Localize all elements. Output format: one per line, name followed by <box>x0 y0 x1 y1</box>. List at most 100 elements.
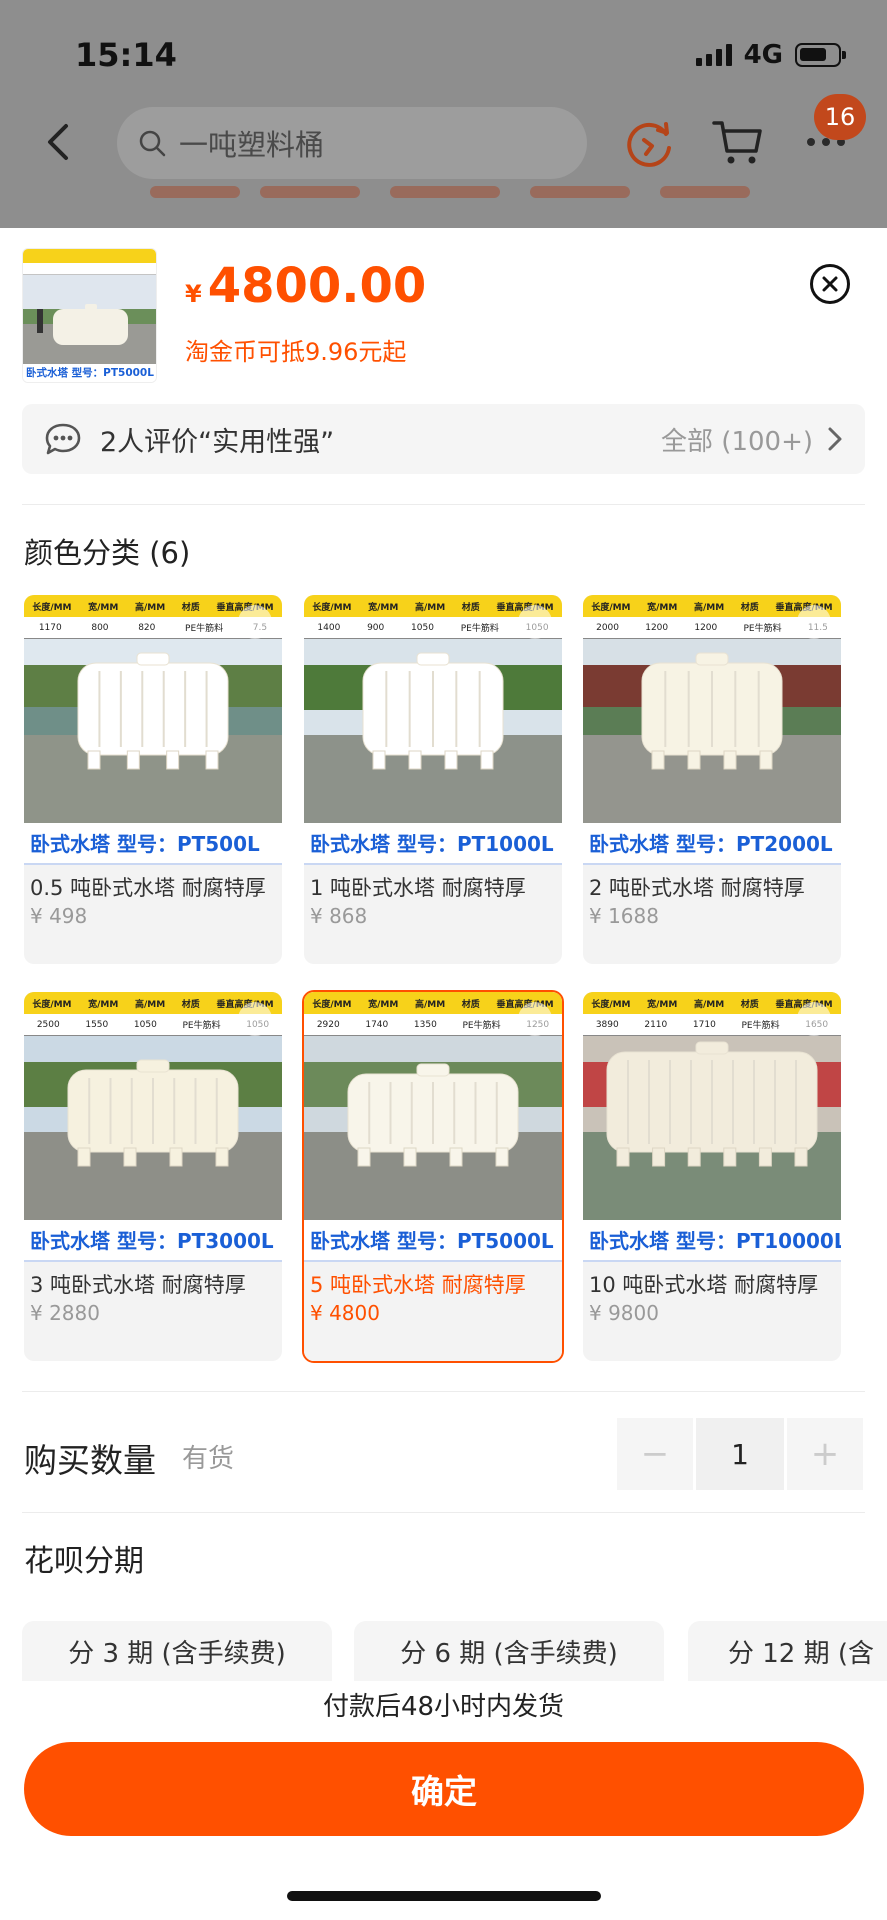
spec-header-cell: 宽/MM <box>647 602 678 613</box>
expand-image-icon[interactable] <box>797 1002 831 1036</box>
spec-value-cell: 2500 <box>36 1019 60 1030</box>
divider <box>22 1391 865 1392</box>
product-info: 3 吨卧式水塔 耐腐特厚 ¥ 2880 <box>24 1262 282 1361</box>
product-model-label: 卧式水塔 型号：PT3000L <box>24 1220 282 1262</box>
search-bar[interactable]: 一吨塑料桶 <box>117 107 587 179</box>
spec-header-cell: 宽/MM <box>88 602 119 613</box>
spec-header-cell: 长度/MM <box>32 602 72 613</box>
spec-value-cell: 1050 <box>133 1019 157 1030</box>
product-model-label: 卧式水塔 型号：PT1000L <box>304 823 562 865</box>
product-info: 10 吨卧式水塔 耐腐特厚 ¥ 9800 <box>583 1262 841 1361</box>
selected-price: ¥ 4800.00 <box>185 258 426 314</box>
search-icon <box>139 130 166 157</box>
spec-header-cell: 宽/MM <box>368 602 399 613</box>
spec-header-cell: 高/MM <box>134 602 166 613</box>
spec-value-cell: 1050 <box>411 622 434 633</box>
refresh-icon[interactable] <box>622 118 676 172</box>
spec-header-cell: 高/MM <box>414 999 446 1010</box>
expand-image-icon[interactable] <box>797 605 831 639</box>
quantity-value[interactable]: 1 <box>696 1418 784 1490</box>
product-model-label: 卧式水塔 型号：PT2000L <box>583 823 841 865</box>
product-name: 0.5 吨卧式水塔 耐腐特厚 <box>30 876 266 900</box>
installment-option-6[interactable]: 分 6 期 (含手续费) <box>354 1621 664 1681</box>
quantity-label: 购买数量 <box>24 1441 156 1480</box>
spec-value-cell: 820 <box>138 622 156 633</box>
review-all-link[interactable]: 全部 (100+) <box>661 421 813 458</box>
increase-button[interactable]: + <box>787 1418 863 1490</box>
decrease-button[interactable]: − <box>617 1418 693 1490</box>
product-model-label: 卧式水塔 型号：PT5000L <box>304 1220 562 1262</box>
network-label: 4G <box>743 40 783 70</box>
product-name: 10 吨卧式水塔 耐腐特厚 <box>589 1273 819 1297</box>
spec-header-cell: 材质 <box>181 602 200 613</box>
product-info: 1 吨卧式水塔 耐腐特厚 ¥ 868 <box>304 865 562 964</box>
divider <box>22 504 865 505</box>
spec-value-cell: PE牛筋料 <box>185 624 224 634</box>
product-variant-card[interactable]: 长度/MM宽/MM高/MM材质垂直高度/MM1170800820PE牛筋料7.5… <box>22 593 284 966</box>
spec-header-cell: 材质 <box>740 999 759 1010</box>
spec-value-cell: 2110 <box>644 1019 668 1030</box>
spec-value-cell: 1350 <box>413 1019 437 1030</box>
product-price: ¥ 4800 <box>310 1301 380 1325</box>
product-variant-card[interactable]: 长度/MM宽/MM高/MM材质垂直高度/MM14009001050PE牛筋料10… <box>302 593 564 966</box>
product-price: ¥ 498 <box>30 904 88 928</box>
taobao-coin-discount: 淘金币可抵9.96元起 <box>185 338 407 366</box>
product-variant-card[interactable]: 长度/MM宽/MM高/MM材质垂直高度/MM250015501050PE牛筋料1… <box>22 990 284 1363</box>
product-price: ¥ 1688 <box>589 904 659 928</box>
signal-icon <box>695 44 732 66</box>
spec-value-cell: 3890 <box>595 1019 619 1030</box>
spec-header-cell: 高/MM <box>693 999 725 1010</box>
spec-value-cell: PE牛筋料 <box>460 624 499 634</box>
thumbnail-label: 卧式水塔 型号：PT5000L <box>26 367 154 379</box>
spec-value-cell: 1400 <box>317 622 341 633</box>
selected-product-thumbnail[interactable]: 卧式水塔 型号：PT5000L <box>22 248 157 383</box>
home-indicator <box>287 1891 601 1901</box>
spec-value-cell: 1200 <box>645 622 669 633</box>
confirm-button[interactable]: 确定 <box>24 1742 864 1836</box>
installment-option-3[interactable]: 分 3 期 (含手续费) <box>22 1621 332 1681</box>
product-name: 1 吨卧式水塔 耐腐特厚 <box>310 876 526 900</box>
spec-header-cell: 长度/MM <box>312 999 352 1010</box>
product-variant-card[interactable]: 长度/MM宽/MM高/MM材质垂直高度/MM389021101710PE牛筋料1… <box>581 990 843 1363</box>
spec-header-cell: 宽/MM <box>647 999 678 1010</box>
quantity-stepper: − 1 + <box>617 1418 863 1490</box>
product-model-label: 卧式水塔 型号：PT500L <box>24 823 282 865</box>
review-summary-bar[interactable]: 2人评价“实用性强” 全部 (100+) <box>22 404 865 474</box>
spec-header-cell: 长度/MM <box>591 602 631 613</box>
product-variant-card[interactable]: 长度/MM宽/MM高/MM材质垂直高度/MM200012001200PE牛筋料1… <box>581 593 843 966</box>
expand-image-icon[interactable] <box>518 605 552 639</box>
price-value: 4800.00 <box>207 258 427 314</box>
spec-header-cell: 材质 <box>181 999 200 1010</box>
close-icon <box>822 276 838 292</box>
product-variant-card[interactable]: 长度/MM宽/MM高/MM材质垂直高度/MM292017401350PE牛筋料1… <box>302 990 564 1363</box>
expand-image-icon[interactable] <box>238 605 272 639</box>
installment-option-12[interactable]: 分 12 期 (含 <box>688 1621 887 1681</box>
shipping-note: 付款后48小时内发货 <box>322 1692 565 1722</box>
close-button[interactable] <box>810 264 850 304</box>
background-overlay[interactable]: 15:14 4G 一吨塑料桶 16 <box>0 0 887 240</box>
background-banner-fragment <box>140 186 760 212</box>
divider <box>22 1512 865 1513</box>
spec-value-cell: 2000 <box>596 622 620 633</box>
cart-count-badge: 16 <box>814 94 866 140</box>
spec-header-cell: 长度/MM <box>591 999 631 1010</box>
chevron-right-icon <box>828 427 842 451</box>
tank-thumbnail-image <box>23 249 156 382</box>
product-price: ¥ 868 <box>310 904 368 928</box>
spec-value-cell: 1550 <box>85 1019 109 1030</box>
spec-value-cell: 1740 <box>365 1019 389 1030</box>
status-icons: 4G <box>695 40 846 70</box>
expand-image-icon[interactable] <box>518 1002 552 1036</box>
comment-bubble-icon <box>45 423 81 455</box>
product-price: ¥ 9800 <box>589 1301 659 1325</box>
cart-icon[interactable] <box>712 117 764 167</box>
spec-value-cell: 2920 <box>316 1019 340 1030</box>
price-currency: ¥ <box>185 280 202 308</box>
product-name: 5 吨卧式水塔 耐腐特厚 <box>310 1273 526 1297</box>
color-section-title: 颜色分类 (6) <box>24 536 191 570</box>
spec-value-cell: PE牛筋料 <box>182 1021 221 1031</box>
installment-options: 分 3 期 (含手续费) 分 6 期 (含手续费) 分 12 期 (含 <box>22 1621 887 1681</box>
back-arrow-icon[interactable] <box>40 120 74 164</box>
spec-value-cell: PE牛筋料 <box>741 1021 780 1031</box>
expand-image-icon[interactable] <box>238 1002 272 1036</box>
